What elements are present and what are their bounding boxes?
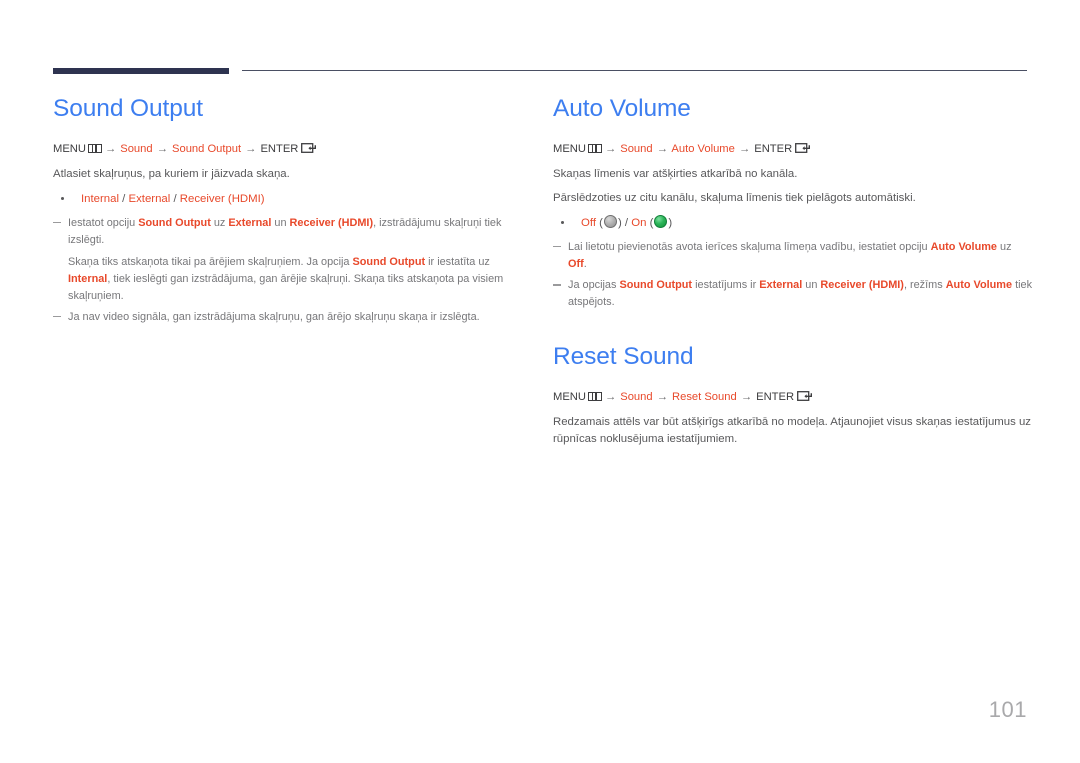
note-text-run: Ja opcijas: [568, 279, 620, 292]
right-column: Auto Volume MENU → Sound → Auto Volume → …: [553, 95, 1033, 455]
option-internal[interactable]: Internal: [81, 193, 119, 205]
note-auto-volume-2: Ja opcijas Sound Output iestatījums ir E…: [553, 277, 1033, 311]
menu-icon: [587, 143, 602, 153]
path-arrow-3: →: [245, 142, 257, 155]
menu-step-sound-output[interactable]: Sound Output: [172, 143, 241, 155]
auto-volume-intro-line-1: Skaņas līmenis var atšķirties atkarībā n…: [553, 168, 798, 181]
menu-path-reset-sound: MENU → Sound → Reset Sound → ENTER: [553, 389, 1033, 405]
menu-path-auto-volume: MENU → Sound → Auto Volume → ENTER: [553, 141, 1033, 157]
option-external[interactable]: External: [129, 193, 171, 205]
page-header-rule: [53, 64, 1027, 76]
toggle-separator: /: [621, 216, 632, 229]
note-sound-output-3: Ja nav video signāla, gan izstrādājuma s…: [53, 309, 533, 326]
reset-sound-intro: Redzamais attēls var būt atšķirīgs atkar…: [553, 415, 1032, 446]
note-auto-volume-1: Lai lietotu pievienotās avota ierīces sk…: [553, 239, 1033, 273]
enter-label: ENTER: [260, 142, 299, 155]
note-text-run: iestatījums ir: [692, 279, 760, 292]
path-arrow-3: →: [738, 142, 751, 155]
menu-label: MENU: [553, 142, 586, 155]
enter-label: ENTER: [754, 142, 793, 155]
sound-output-options-list: Internal / External / Receiver (HDMI): [53, 190, 533, 208]
note-text-run: Skaņa tiks atskaņota tikai pa ārējiem sk…: [68, 255, 353, 268]
highlighted-term: Internal: [68, 272, 108, 285]
path-arrow-2: →: [656, 390, 668, 403]
path-arrow-1: →: [604, 390, 617, 403]
note-text-run: Ja nav video signāla, gan izstrādājuma s…: [68, 311, 480, 324]
page-title-auto-volume: Auto Volume: [553, 95, 691, 122]
path-arrow-2: →: [656, 142, 668, 155]
option-separator-2: /: [170, 192, 180, 205]
enter-icon: [797, 391, 813, 402]
menu-icon: [587, 391, 602, 401]
menu-label: MENU: [553, 390, 586, 403]
menu-step-sound[interactable]: Sound: [620, 143, 652, 155]
note-text-run: .: [583, 257, 587, 270]
option-separator-1: /: [119, 192, 129, 205]
section-auto-volume: Auto Volume MENU → Sound → Auto Volume → …: [553, 95, 1033, 312]
path-arrow-1: →: [604, 142, 617, 155]
highlighted-term: External: [759, 279, 803, 292]
highlighted-term: Auto Volume: [930, 240, 997, 253]
highlighted-term: Off: [568, 257, 584, 270]
option-receiver-hdmi[interactable]: Receiver (HDMI): [180, 193, 265, 205]
menu-label: MENU: [53, 142, 86, 155]
list-item-sound-output-options: Internal / External / Receiver (HDMI): [53, 190, 533, 208]
toggle-on-icon[interactable]: [654, 215, 668, 229]
note-text-run: , režīms: [903, 279, 946, 292]
note-text-run: Lai lietotu pievienotās avota ierīces sk…: [568, 240, 931, 253]
page-title-sound-output: Sound Output: [53, 95, 203, 122]
highlighted-term: Receiver (HDMI): [289, 217, 374, 230]
option-on[interactable]: On: [631, 217, 646, 229]
note-sound-output-1: Iestatot opciju Sound Output uz External…: [53, 215, 533, 249]
auto-volume-notes: Lai lietotu pievienotās avota ierīces sk…: [553, 239, 1033, 312]
sound-output-intro: Atlasiet skaļruņus, pa kuriem ir jāizvad…: [53, 168, 290, 181]
note-text-run: ir iestatīta uz: [425, 255, 490, 268]
note-text-run: Iestatot opciju: [68, 217, 139, 230]
enter-label: ENTER: [756, 390, 795, 403]
menu-step-sound[interactable]: Sound: [620, 391, 652, 403]
page-number: 101: [988, 697, 1027, 722]
menu-path-sound-output: MENU → Sound → Sound Output → ENTER: [53, 141, 533, 157]
enter-icon: [301, 143, 317, 154]
path-arrow-1: →: [104, 142, 117, 155]
header-divider-line: [242, 70, 1027, 71]
highlighted-term: Sound Output: [352, 255, 426, 268]
path-arrow-3: →: [740, 390, 752, 403]
left-column: Sound Output MENU → Sound → Sound Output …: [53, 95, 533, 330]
note-text-run: uz: [996, 240, 1012, 253]
menu-step-auto-volume[interactable]: Auto Volume: [671, 143, 734, 155]
section-sound-output: Sound Output MENU → Sound → Sound Output …: [53, 95, 533, 326]
path-arrow-2: →: [156, 142, 168, 155]
toggle-off-icon[interactable]: [603, 215, 617, 229]
enter-icon: [795, 143, 811, 154]
menu-icon: [87, 143, 102, 153]
note-text-run: un: [802, 279, 821, 292]
on-open-paren: (: [649, 216, 654, 229]
highlighted-term: Sound Output: [619, 279, 693, 292]
highlighted-term: Receiver (HDMI): [820, 279, 904, 292]
note-text-run: un: [271, 217, 290, 230]
section-reset-sound: Reset Sound MENU → Sound → Reset Sound → …: [553, 342, 1033, 450]
highlighted-term: Auto Volume: [945, 279, 1013, 292]
sound-output-notes: Iestatot opciju Sound Output uz External…: [53, 215, 533, 326]
highlighted-term: Sound Output: [138, 217, 211, 230]
header-accent-bar: [53, 68, 229, 74]
menu-step-sound[interactable]: Sound: [120, 143, 152, 155]
menu-step-reset-sound[interactable]: Reset Sound: [672, 391, 737, 403]
auto-volume-intro-line-2: Pārslēdzoties uz citu kanālu, skaļuma lī…: [553, 191, 916, 204]
page-title-reset-sound: Reset Sound: [553, 342, 694, 370]
note-text-run: uz: [210, 217, 229, 230]
note-text-run: , tiek ieslēgti gan izstrādājuma, gan ār…: [68, 272, 504, 302]
option-off[interactable]: Off: [581, 217, 596, 229]
note-sound-output-2: Skaņa tiks atskaņota tikai pa ārējiem sk…: [53, 254, 533, 306]
auto-volume-toggle-list: Off () / On (): [553, 214, 1033, 232]
list-item-auto-volume-toggle: Off () / On (): [553, 214, 1033, 232]
highlighted-term: External: [228, 217, 272, 230]
off-open-paren: (: [599, 216, 603, 229]
on-close-paren: ): [668, 216, 673, 229]
